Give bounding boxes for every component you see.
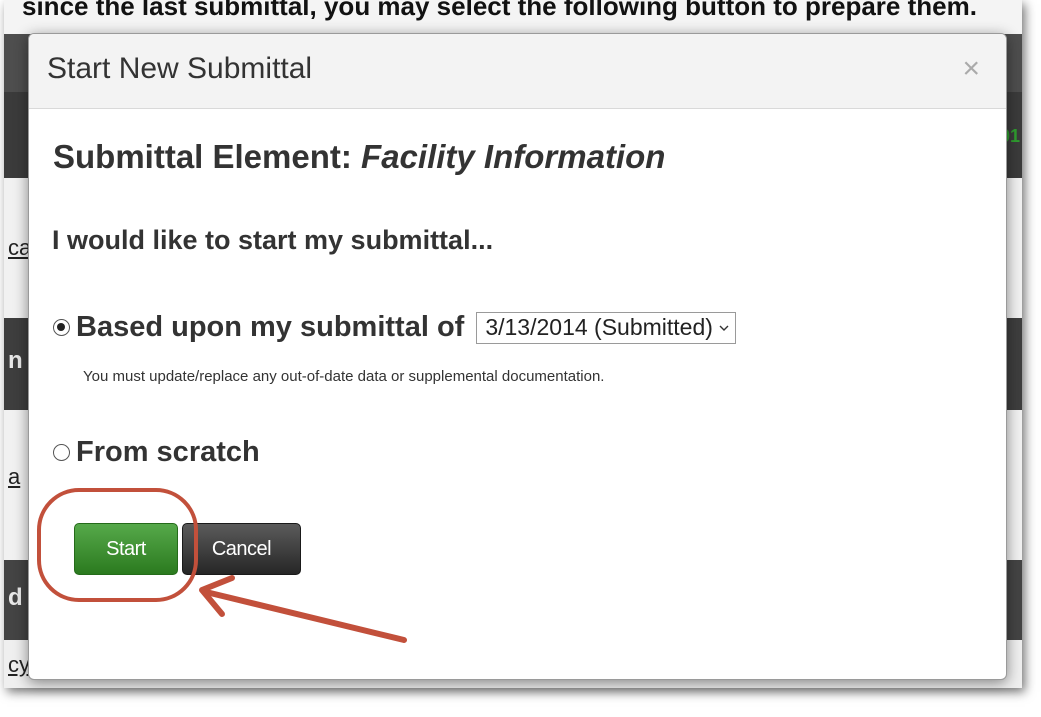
- start-prompt: I would like to start my submittal...: [52, 225, 494, 255]
- dialog-title: Start New Submittal: [47, 52, 313, 85]
- submittal-date-select[interactable]: 3/13/2014 (Submitted): [476, 311, 736, 344]
- background-link-fragment[interactable]: cy: [8, 652, 30, 678]
- based-upon-label[interactable]: Based upon my submittal of: [76, 311, 464, 344]
- start-button[interactable]: Start: [74, 523, 178, 575]
- background-heading-fragment: d: [8, 584, 23, 611]
- background-heading-fragment: n: [8, 347, 23, 374]
- based-upon-radio[interactable]: [53, 319, 70, 336]
- cancel-button[interactable]: Cancel: [182, 523, 301, 575]
- based-upon-note: You must update/replace any out-of-date …: [83, 368, 605, 385]
- start-submittal-dialog: Start New Submittal × Submittal Element:…: [28, 33, 1007, 680]
- option-based-upon: Based upon my submittal of 3/13/2014 (Su…: [53, 311, 736, 344]
- close-icon[interactable]: ×: [962, 54, 980, 84]
- submittal-element-label: Submittal Element:: [53, 138, 352, 175]
- option-from-scratch: From scratch: [53, 436, 260, 469]
- from-scratch-radio[interactable]: [53, 444, 70, 461]
- background-link-fragment[interactable]: a: [8, 464, 20, 490]
- from-scratch-label[interactable]: From scratch: [76, 436, 260, 469]
- dialog-header: Start New Submittal ×: [29, 34, 1006, 109]
- background-instruction-text: since the last submittal, you may select…: [22, 0, 977, 21]
- chevron-down-icon: [719, 325, 729, 331]
- submittal-element-heading: Submittal Element: Facility Information: [53, 138, 665, 176]
- submittal-date-value: 3/13/2014 (Submitted): [485, 314, 713, 340]
- background-instruction: since the last submittal, you may select…: [4, 0, 1022, 34]
- submittal-element-name: Facility Information: [361, 138, 666, 175]
